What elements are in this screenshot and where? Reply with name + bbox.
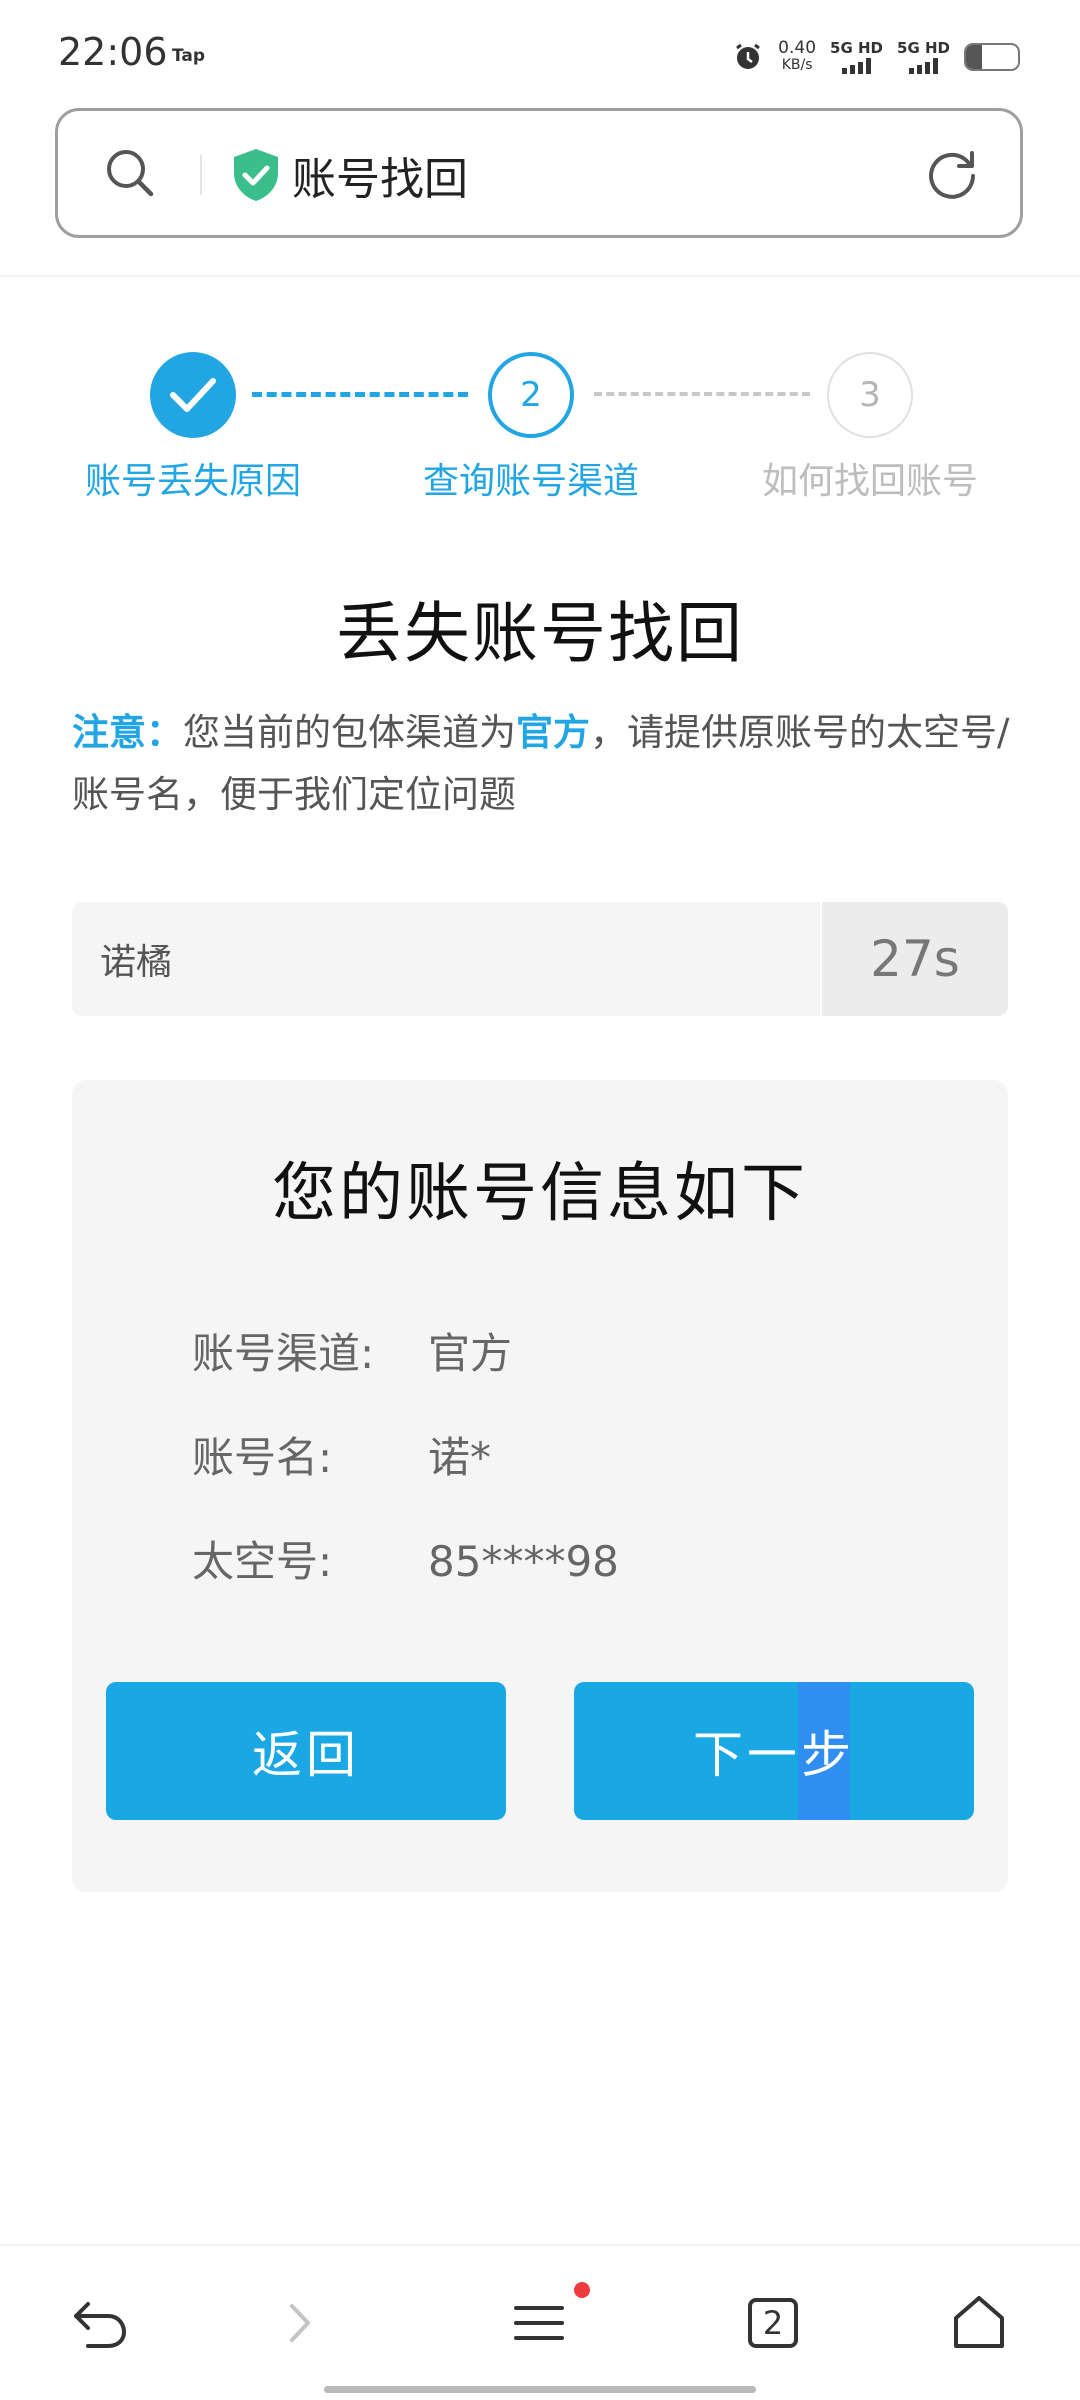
signal-bars-icon — [909, 58, 938, 74]
status-bar: 22:06 Tap 0.40 KB/s 5G HD 5G HD — [0, 0, 1080, 110]
step-connector-1 — [252, 392, 468, 397]
home-indicator[interactable] — [324, 2386, 756, 2393]
notice-label: 注意： — [72, 711, 183, 754]
signal-bars-icon — [842, 58, 872, 74]
bottom-navigation: 2 — [0, 2244, 1080, 2400]
network-speed: 0.40 KB/s — [778, 38, 817, 74]
countdown-timer: 27s — [822, 902, 1008, 1016]
status-app-tag: Tap — [172, 46, 206, 66]
step-2-active: 2 — [488, 352, 574, 438]
step-3-pending: 3 — [827, 352, 913, 438]
signal-sim1: 5G HD — [830, 40, 883, 74]
status-time: 22:06 — [58, 30, 168, 74]
account-query-row: 27s — [72, 902, 1008, 1016]
status-indicators: 0.40 KB/s 5G HD 5G HD — [732, 34, 1020, 80]
tabs-button[interactable]: 2 — [740, 2290, 806, 2356]
step-3-label: 如何找回账号 — [761, 461, 978, 502]
tab-count: 2 — [762, 2304, 784, 2342]
next-button[interactable]: 下一步 — [574, 1682, 974, 1820]
refresh-icon[interactable] — [924, 145, 980, 201]
info-row-space-id: 太空号: 85****98 — [192, 1537, 619, 1586]
card-title: 您的账号信息如下 — [272, 1157, 808, 1231]
menu-icon[interactable] — [506, 2290, 572, 2356]
header-divider — [0, 275, 1080, 277]
search-icon[interactable] — [102, 145, 158, 201]
checkmark-icon — [170, 378, 216, 412]
page-address-title: 账号找回 — [292, 154, 468, 205]
step-1-done — [150, 352, 236, 438]
back-button[interactable]: 返回 — [106, 1682, 506, 1820]
home-icon[interactable] — [946, 2290, 1012, 2356]
page-title: 丢失账号找回 — [336, 595, 744, 672]
notice-channel: 官方 — [516, 711, 590, 754]
step-connector-2 — [594, 392, 810, 396]
alarm-icon — [732, 41, 764, 73]
address-bar[interactable]: 账号找回 — [55, 108, 1023, 238]
step-1-label: 账号丢失原因 — [84, 461, 301, 502]
address-divider — [200, 155, 202, 195]
info-row-channel: 账号渠道: 官方 — [192, 1329, 513, 1378]
back-arrow-icon[interactable] — [68, 2290, 134, 2356]
notice-text: 注意：您当前的包体渠道为官方，请提供原账号的太空号/账号名，便于我们定位问题 — [72, 711, 1010, 816]
signal-sim2: 5G HD — [897, 40, 950, 74]
account-info-card: 您的账号信息如下 账号渠道: 官方 账号名: 诺* 太空号: 85****98 返回 … — [72, 1080, 1008, 1892]
info-row-account-name: 账号名: 诺* — [192, 1433, 492, 1482]
forward-arrow-icon[interactable] — [268, 2290, 334, 2356]
shield-check-icon — [234, 149, 278, 201]
step-2-label: 查询账号渠道 — [422, 461, 639, 502]
battery-icon — [964, 43, 1020, 71]
account-name-input[interactable] — [72, 902, 820, 1016]
notification-dot — [574, 2282, 590, 2298]
